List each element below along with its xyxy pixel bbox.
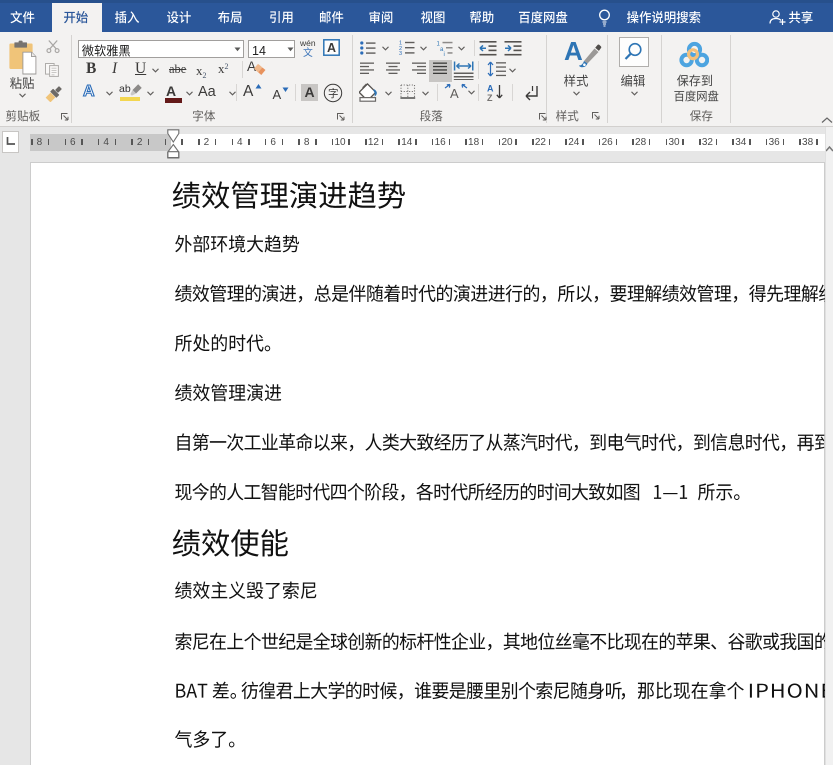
- svg-text:A: A: [327, 41, 336, 55]
- svg-text:Z: Z: [487, 93, 493, 102]
- svg-text:3: 3: [399, 51, 402, 56]
- svg-text:A: A: [487, 84, 494, 94]
- svg-text:i: i: [444, 52, 445, 56]
- svg-text:A: A: [450, 86, 459, 101]
